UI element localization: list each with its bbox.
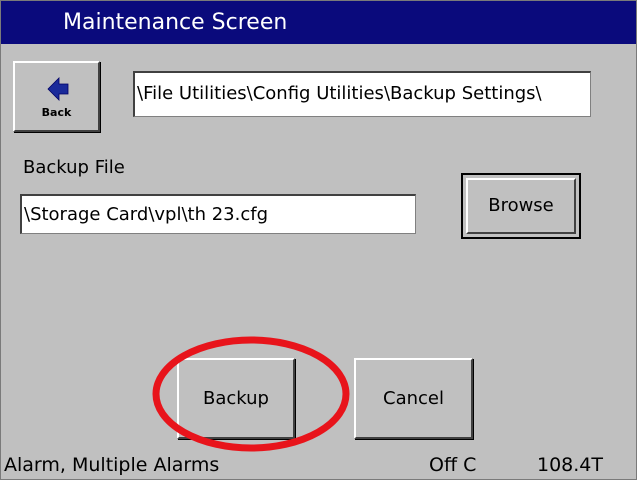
browse-button-label: Browse: [466, 178, 576, 234]
cancel-button[interactable]: Cancel: [354, 358, 473, 439]
window-title: Maintenance Screen: [63, 10, 288, 35]
reading-status-text: 108.4T: [537, 454, 603, 476]
browse-button[interactable]: Browse: [461, 173, 581, 239]
backup-file-label: Backup File: [23, 157, 125, 178]
mode-status-text: Off C: [429, 454, 477, 476]
title-bar: Maintenance Screen: [1, 1, 636, 44]
backup-button[interactable]: Backup: [177, 358, 295, 439]
alarm-status-text: Alarm, Multiple Alarms: [4, 454, 220, 476]
back-button[interactable]: Back: [13, 61, 100, 132]
left-arrow-icon: [47, 77, 69, 101]
status-bar: Alarm, Multiple Alarms Off C 108.4T: [1, 451, 636, 479]
maintenance-window: Maintenance Screen Back \File Utilities\…: [0, 0, 637, 480]
back-button-label: Back: [41, 106, 72, 119]
current-path-field: \File Utilities\Config Utilities\Backup …: [133, 71, 591, 117]
backup-file-input[interactable]: \Storage Card\vpl\th 23.cfg: [20, 194, 416, 234]
